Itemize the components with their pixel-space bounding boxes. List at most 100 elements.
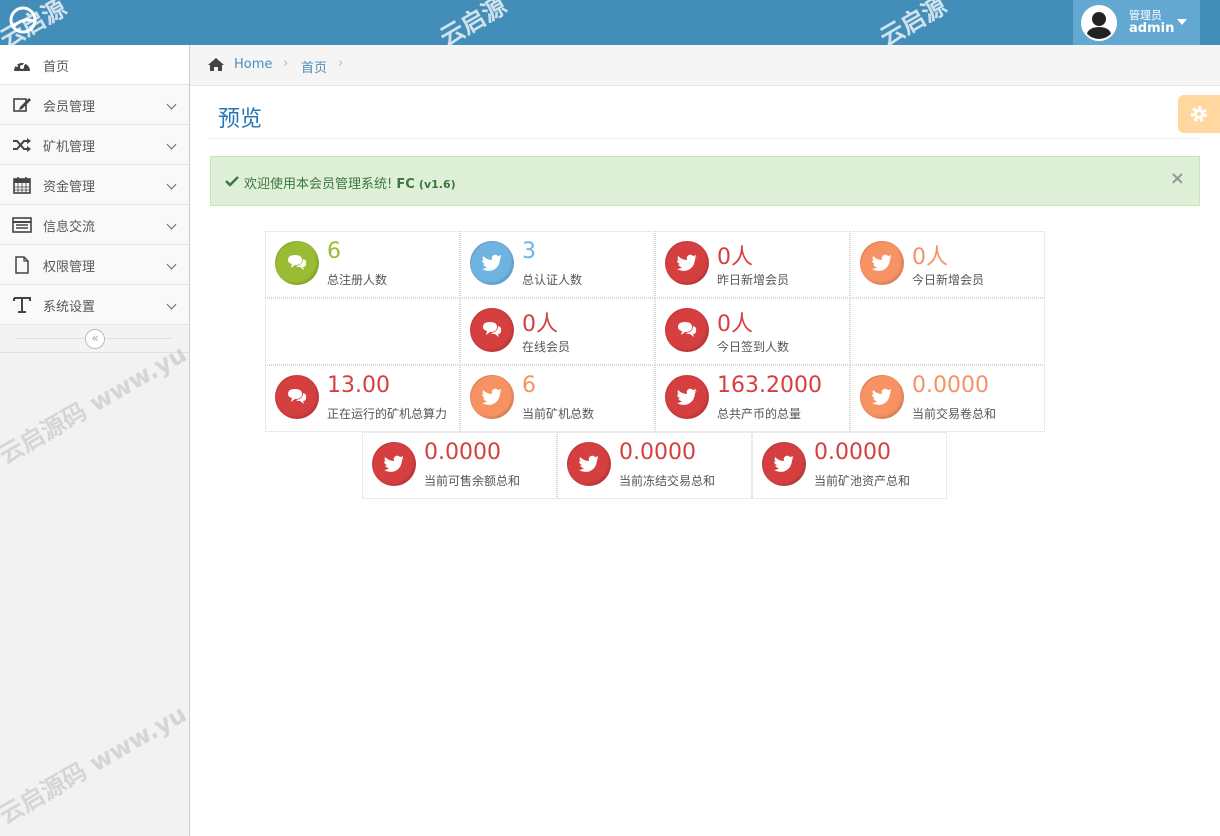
stat-value: 0.0000 (912, 373, 989, 398)
stat-box: 0人 昨日新增会员 (655, 231, 850, 298)
stat-value: 163.2000 (717, 373, 822, 398)
collapse-sidebar-button[interactable]: « (85, 329, 105, 349)
sidebar-item-label: 资金管理 (43, 180, 96, 195)
watermark: 云启源码 www.yu (0, 339, 192, 470)
comments-icon (470, 308, 514, 352)
caret-down-icon (1177, 19, 1187, 25)
gear-icon (1191, 106, 1207, 122)
stat-value: 3 (522, 239, 536, 264)
sidebar-item-label: 首页 (43, 60, 70, 75)
calendar-icon (13, 177, 31, 194)
comments-icon (275, 241, 319, 285)
stat-label: 今日新增会员 (912, 273, 985, 287)
welcome-alert: 欢迎使用本会员管理系统! FC (v1.6) × (210, 156, 1200, 206)
stat-box: 0.0000 当前冻结交易总和 (557, 432, 752, 499)
twitter-icon (372, 442, 416, 486)
stat-value: 13.00 (327, 373, 390, 398)
dashboard-icon (14, 61, 30, 71)
stat-label: 当前交易卷总和 (912, 407, 997, 421)
sidebar-item-label: 权限管理 (43, 260, 96, 275)
edit-icon (13, 98, 31, 112)
sidebar-item-label: 会员管理 (43, 100, 96, 115)
breadcrumb-separator: › (283, 56, 289, 71)
user-name: admin (1129, 21, 1175, 36)
twitter-icon (567, 442, 611, 486)
stat-box-empty (850, 298, 1045, 365)
user-avatar (1081, 5, 1117, 41)
stat-box: 163.2000 总共产币的总量 (655, 365, 850, 432)
stat-label: 正在运行的矿机总算力 (327, 407, 448, 421)
chevron-down-icon (166, 99, 177, 110)
sidebar-item-label: 系统设置 (43, 300, 96, 315)
breadcrumb-home-link[interactable]: Home (234, 57, 272, 72)
file-icon (15, 256, 29, 274)
stat-box: 13.00 正在运行的矿机总算力 (265, 365, 460, 432)
stat-box: 6 总注册人数 (265, 231, 460, 298)
stat-value: 0人 (717, 312, 753, 337)
stat-box: 0.0000 当前交易卷总和 (850, 365, 1045, 432)
twitter-icon (470, 375, 514, 419)
sidebar-item-permissions[interactable]: 权限管理 (0, 245, 189, 285)
stat-value: 6 (327, 239, 341, 264)
chevron-down-icon (166, 259, 177, 270)
settings-button[interactable] (1178, 95, 1220, 133)
comments-icon (665, 308, 709, 352)
sidebar-item-settings[interactable]: 系统设置 (0, 285, 189, 325)
comments-icon (275, 375, 319, 419)
alert-brand: FC (396, 177, 415, 192)
check-icon (225, 176, 239, 187)
stat-label: 今日签到人数 (717, 340, 790, 354)
twitter-icon (665, 241, 709, 285)
sidebar-item-home[interactable]: 首页 (0, 45, 189, 85)
stat-box: 0人 今日签到人数 (655, 298, 850, 365)
sidebar: 首页 会员管理 矿机管理 资金管理 信息交流 权限管理 系统设置 « 云启源码 … (0, 45, 192, 836)
sidebar-item-funds[interactable]: 资金管理 (0, 165, 189, 205)
sidebar-item-members[interactable]: 会员管理 (0, 85, 189, 125)
twitter-icon (665, 375, 709, 419)
stat-label: 总注册人数 (327, 273, 388, 287)
sidebar-item-miners[interactable]: 矿机管理 (0, 125, 189, 165)
home-icon (208, 58, 224, 71)
sidebar-item-label: 信息交流 (43, 220, 96, 235)
user-menu[interactable]: 管理员 admin (1073, 0, 1200, 45)
text-icon (13, 297, 31, 313)
stat-value: 0.0000 (814, 440, 891, 465)
stat-label: 在线会员 (522, 340, 571, 354)
stat-value: 6 (522, 373, 536, 398)
chevron-down-icon (166, 179, 177, 190)
stat-box: 0.0000 当前矿池资产总和 (752, 432, 947, 499)
shuffle-icon (13, 138, 31, 152)
sidebar-item-messages[interactable]: 信息交流 (0, 205, 189, 245)
page-title: 预览 (218, 107, 263, 132)
page-header-divider (210, 138, 1200, 139)
brand-logo-icon[interactable] (6, 6, 40, 34)
watermark: 云启源码 www.yu (0, 699, 192, 830)
chevron-down-icon (166, 139, 177, 150)
stat-box: 0人 今日新增会员 (850, 231, 1045, 298)
user-silhouette-icon (1086, 12, 1112, 39)
stat-label: 当前冻结交易总和 (619, 474, 716, 488)
breadcrumb: Home › 首页 › (190, 45, 1220, 86)
stat-value: 0.0000 (619, 440, 696, 465)
sidebar-item-label: 矿机管理 (43, 140, 96, 155)
stat-label: 总共产币的总量 (717, 407, 802, 421)
stat-box: 0人 在线会员 (460, 298, 655, 365)
stat-value: 0.0000 (424, 440, 501, 465)
alert-version: (v1.6) (418, 178, 456, 191)
list-icon (12, 217, 32, 233)
stat-box: 6 当前矿机总数 (460, 365, 655, 432)
stat-label: 总认证人数 (522, 273, 583, 287)
top-navbar: 云启源 云启源 云启源 管理员 admin (0, 0, 1220, 54)
alert-message: 欢迎使用本会员管理系统! FC (v1.6) (244, 173, 456, 192)
breadcrumb-separator: › (338, 56, 344, 71)
stat-label: 当前矿机总数 (522, 407, 595, 421)
twitter-icon (860, 375, 904, 419)
stat-value: 0人 (912, 245, 948, 270)
stat-box-empty (265, 298, 460, 365)
close-alert-button[interactable]: × (1170, 168, 1185, 189)
chevron-down-icon (166, 299, 177, 310)
twitter-icon (860, 241, 904, 285)
stat-box: 0.0000 当前可售余额总和 (362, 432, 557, 499)
stat-label: 当前可售余额总和 (424, 474, 521, 488)
breadcrumb-current[interactable]: 首页 (301, 57, 327, 76)
